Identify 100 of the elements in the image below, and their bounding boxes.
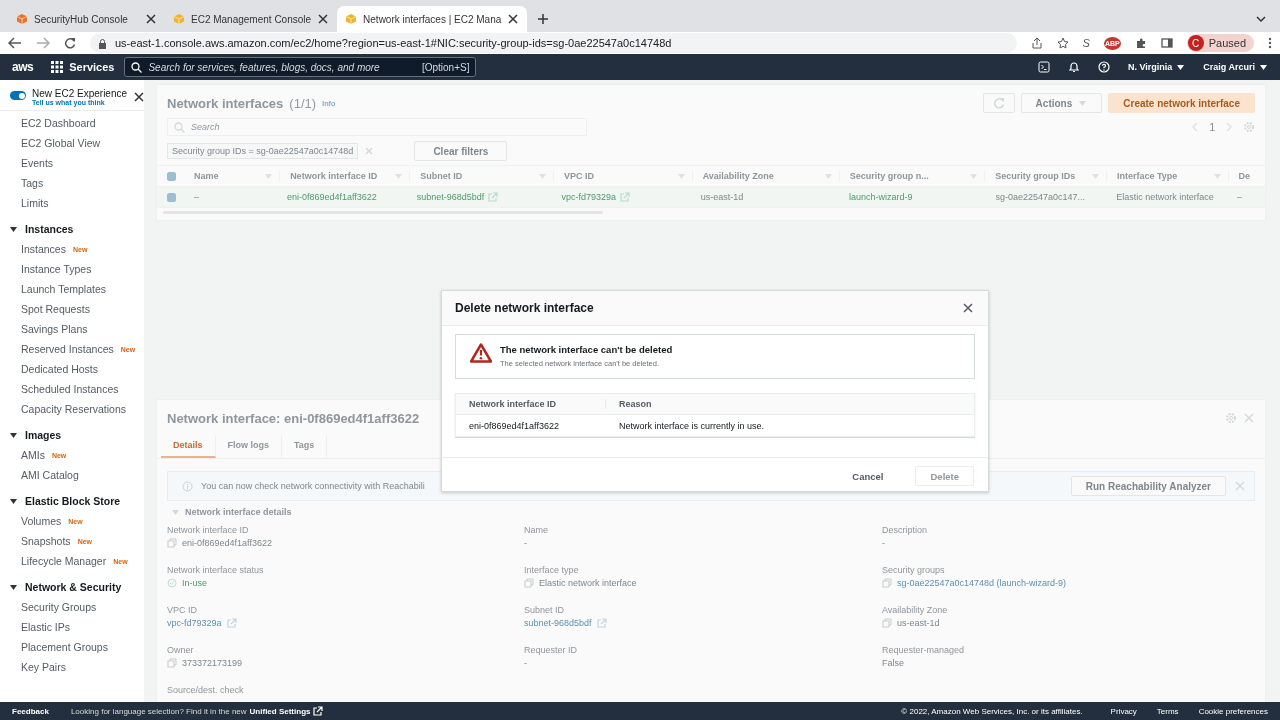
region-menu[interactable]: N. Virginia [1127, 62, 1186, 72]
nav-link[interactable]: Capacity Reservations [21, 403, 127, 415]
close-icon[interactable] [317, 13, 330, 25]
nav-link[interactable]: AMIs [21, 449, 45, 461]
nav-link[interactable]: Launch Templates [21, 283, 107, 295]
star-icon[interactable] [1056, 37, 1069, 49]
extension-button[interactable]: S [1082, 37, 1090, 49]
nav-link[interactable]: EC2 Dashboard [21, 117, 96, 129]
nav-link[interactable]: Spot Requests [21, 303, 90, 315]
section-toggle[interactable]: Elastic Block Store [0, 491, 144, 511]
back-arrow-icon[interactable] [8, 37, 22, 49]
refresh-icon [992, 97, 1005, 109]
field-value: False [882, 658, 904, 668]
nav-link[interactable]: Tags [21, 177, 44, 189]
footer-link[interactable]: Terms [1156, 706, 1179, 716]
cancel-button[interactable]: Cancel [838, 466, 898, 486]
nav-link[interactable]: Events [21, 157, 54, 169]
nav-link[interactable]: Elastic IPs [21, 621, 70, 633]
aws-logo[interactable]: aws [12, 60, 34, 74]
external-link-icon [596, 618, 607, 628]
toggle-switch[interactable] [10, 91, 26, 100]
footer-link[interactable]: Privacy [1110, 706, 1137, 716]
browser-tab[interactable]: Network interfaces | EC2 Mana [337, 6, 528, 32]
puzzle-icon[interactable] [1134, 37, 1147, 49]
nav-link[interactable]: Lifecycle Manager [21, 555, 107, 567]
nav-link[interactable]: Security Groups [21, 601, 97, 613]
field-link[interactable]: sg-0ae22547a0c14748d (launch-wizard-9) [897, 578, 1067, 588]
caret-icon [1176, 62, 1186, 72]
caret-down-icon [171, 507, 180, 517]
sidebar-panel-icon[interactable] [1160, 37, 1173, 49]
nav-link[interactable]: Key Pairs [21, 661, 66, 673]
table-row[interactable]: – eni-0f869ed4f1aff3622 subnet-968d5bdf vpc-fd79329a us-east-1d launch-wizard-9 sg-0ae22547a0c147... Elastic network interface – [157, 187, 1265, 208]
external-link-icon [226, 618, 237, 628]
sort-caret-icon [264, 171, 274, 181]
dialog-title: Delete network interface [455, 301, 594, 315]
filter-token: Security group IDs = sg-0ae22547a0c14748d [167, 143, 359, 159]
field-label: Subnet ID [524, 605, 566, 615]
nav-link[interactable]: Reserved Instances [21, 343, 114, 355]
nav-link[interactable]: Scheduled Instances [21, 383, 119, 395]
check-circle-icon [167, 578, 177, 588]
close-icon[interactable] [145, 13, 157, 25]
settings-link[interactable]: Unified Settings [249, 706, 324, 716]
search-input[interactable]: Search for services, features, blogs, docs, and more [148, 61, 416, 73]
analyzer-button[interactable]: Run Reachability Analyzer [1070, 476, 1226, 496]
clear-filters-button[interactable]: Clear filters [414, 141, 508, 161]
table-cell: sg-0ae22547a0c147... [995, 192, 1086, 202]
nav-link[interactable]: Dedicated Hosts [21, 363, 99, 375]
field-label: Owner [167, 645, 195, 655]
search-input[interactable]: Search [191, 122, 580, 132]
close-icon[interactable] [133, 91, 144, 103]
close-icon[interactable] [962, 302, 974, 314]
search-field[interactable]: Search [167, 118, 587, 136]
bell-icon[interactable] [1067, 61, 1080, 73]
terminal-icon[interactable] [1037, 61, 1050, 73]
footer-link[interactable]: Cookie preferences [1198, 706, 1268, 716]
more-vertical-icon[interactable] [1268, 37, 1272, 49]
browser-tab[interactable]: SecurityHub Console [8, 6, 165, 32]
checkbox[interactable] [167, 192, 176, 202]
nav-link[interactable]: Instance Types [21, 263, 92, 275]
reload-icon[interactable] [64, 37, 76, 49]
item-count: (1/1) [289, 95, 317, 111]
field-link[interactable]: vpc-fd79329a [167, 618, 222, 628]
browser-tab[interactable]: EC2 Management Console [165, 6, 338, 32]
field-link[interactable]: subnet-968d5bdf [524, 618, 592, 628]
sort-caret-icon [538, 171, 548, 181]
services-menu[interactable]: Services [51, 61, 115, 73]
actions-button[interactable]: Actions [1020, 93, 1103, 113]
field-label: Network interface status [167, 565, 265, 575]
address-bar[interactable]: us-east-1.console.aws.amazon.com/ec2/home?region=us-east-1#NIC:security-group-ids=sg-0ae22547a0c14748d [90, 33, 1017, 53]
account-menu[interactable]: Craig Arcuri [1203, 62, 1268, 72]
nav-link[interactable]: Savings Plans [21, 323, 88, 335]
checkbox[interactable] [167, 171, 176, 181]
caret-icon [1078, 98, 1088, 108]
nav-link[interactable]: Volumes [21, 515, 62, 527]
close-icon[interactable] [507, 13, 520, 25]
nav-link[interactable]: Limits [21, 197, 49, 209]
field-value: 373372173199 [182, 658, 243, 668]
table-cell-text: Network interface is currently in use. [618, 420, 765, 431]
info-icon [182, 480, 193, 492]
section-toggle[interactable]: Images [0, 425, 144, 445]
panel-title: Network interfaces [167, 95, 284, 111]
page-number[interactable]: 1 [1209, 121, 1215, 133]
chevron-down-icon[interactable] [1256, 15, 1266, 23]
help-icon[interactable] [1097, 61, 1110, 73]
create-button[interactable]: Create network interface [1108, 93, 1255, 113]
section-toggle[interactable]: Network & Security [0, 577, 144, 597]
plus-icon[interactable] [537, 13, 550, 25]
feedback-link[interactable]: Feedback [12, 706, 49, 716]
share-icon[interactable] [1030, 37, 1043, 49]
nav-link[interactable]: Snapshots [21, 535, 71, 547]
banner-text: You can now check network connectivity with Reachabili [201, 481, 425, 491]
tab[interactable]: Details [161, 436, 216, 458]
profile-button[interactable]: C Paused [1186, 34, 1254, 52]
search-field[interactable]: Search for services, features, blogs, docs, and more [Option+S] [124, 57, 477, 77]
section-toggle[interactable]: Instances [0, 219, 144, 239]
nav-link[interactable]: AMI Catalog [21, 469, 79, 481]
nav-link[interactable]: Placement Groups [21, 641, 108, 653]
nav-link[interactable]: Instances [21, 243, 66, 255]
info-link[interactable]: Info [322, 98, 336, 108]
nav-link[interactable]: EC2 Global View [21, 137, 101, 149]
